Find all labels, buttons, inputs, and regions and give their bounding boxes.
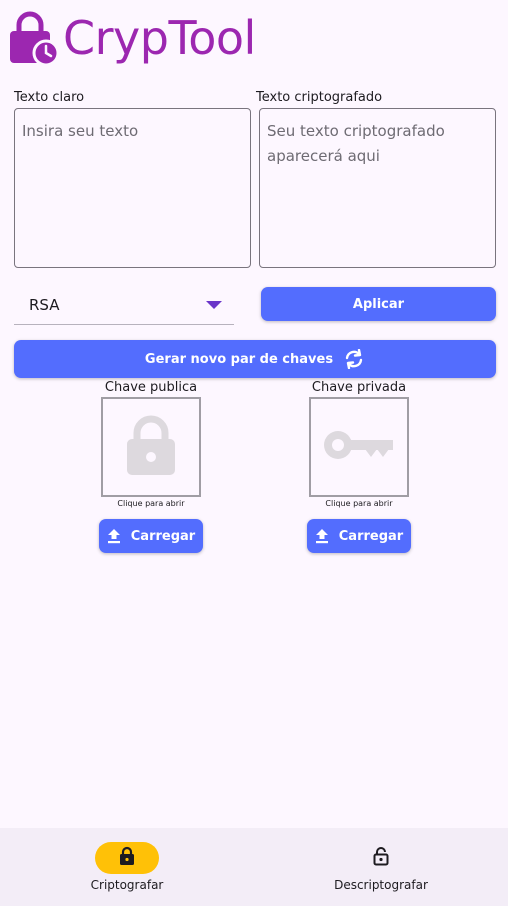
public-key-file-box[interactable] <box>101 397 201 497</box>
plain-text-label: Texto claro <box>14 90 85 105</box>
algorithm-select[interactable]: RSA <box>14 286 234 325</box>
bottom-navigation: Criptografar Descriptografar <box>0 828 508 906</box>
upload-icon <box>315 528 329 544</box>
nav-active-indicator <box>95 842 159 874</box>
key-icon <box>321 425 397 469</box>
private-key-hint: Clique para abrir <box>325 499 393 508</box>
app-logo: CrypTool <box>8 6 256 70</box>
nav-item-decrypt[interactable]: Descriptografar <box>254 828 508 906</box>
nav-item-encrypt[interactable]: Criptografar <box>0 828 254 906</box>
cipher-text-label: Texto criptografado <box>256 90 383 105</box>
generate-key-pair-label: Gerar novo par de chaves <box>144 351 334 367</box>
nav-label-encrypt: Criptografar <box>90 878 164 892</box>
public-key-hint: Clique para abrir <box>117 499 185 508</box>
upload-public-key-button[interactable]: Carregar <box>99 519 203 553</box>
dropdown-arrow-icon <box>206 301 222 309</box>
app-title: CrypTool <box>63 11 256 65</box>
algorithm-selected-value: RSA <box>29 296 60 314</box>
plain-text-input[interactable] <box>14 108 251 268</box>
apply-button[interactable]: Aplicar <box>261 287 496 321</box>
upload-private-key-button[interactable]: Carregar <box>307 519 411 553</box>
lock-icon <box>119 846 135 870</box>
public-key-panel: Chave publica Clique para abrir <box>92 380 210 508</box>
upload-public-key-label: Carregar <box>130 528 196 544</box>
upload-icon <box>107 528 121 544</box>
apply-button-label: Aplicar <box>352 296 405 312</box>
lock-open-icon <box>373 846 389 870</box>
lock-clock-icon <box>8 9 62 67</box>
private-key-file-box[interactable] <box>309 397 409 497</box>
nav-pill <box>349 842 413 874</box>
cipher-text-output[interactable] <box>259 108 496 268</box>
generate-key-pair-button[interactable]: Gerar novo par de chaves <box>14 340 496 378</box>
public-key-title: Chave publica <box>104 380 198 395</box>
upload-private-key-label: Carregar <box>338 528 404 544</box>
private-key-panel: Chave privada Clique para abrir <box>300 380 418 508</box>
lock-icon <box>121 413 181 481</box>
nav-label-decrypt: Descriptografar <box>334 878 428 892</box>
private-key-title: Chave privada <box>311 380 407 395</box>
refresh-icon <box>343 349 365 369</box>
